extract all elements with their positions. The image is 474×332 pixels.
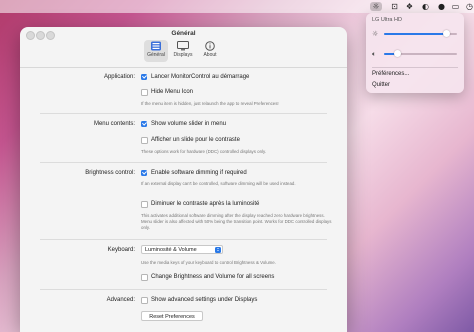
launch-at-login-label: Lancer MonitorControl au démarrage bbox=[151, 74, 250, 80]
brightness-slider[interactable] bbox=[384, 30, 457, 37]
software-dimming-checkbox[interactable] bbox=[141, 170, 147, 176]
brightness-icon: ☼ bbox=[372, 30, 379, 38]
all-screens-label: Change Brightness and Volume for all scr… bbox=[151, 274, 275, 280]
tab-about[interactable]: About bbox=[198, 40, 222, 62]
preferences-window: Général Général Displays About Applicati… bbox=[20, 27, 347, 332]
menu-contents-hint: These options work for hardware (DDC) co… bbox=[141, 149, 267, 154]
drive-icon[interactable]: ⊡ bbox=[390, 2, 399, 11]
section-divider bbox=[40, 113, 327, 114]
speaker-icon: 🔈︎ bbox=[372, 50, 377, 58]
display-menu-popover: LG Ultra HD ☼ 🔈︎ Préférences... Quitter bbox=[366, 13, 464, 93]
keyboard-mode-value: Luminosité & Volume bbox=[145, 247, 197, 253]
record-icon[interactable]: ● bbox=[437, 2, 446, 11]
contrast-slider-checkbox[interactable] bbox=[141, 137, 148, 144]
reset-preferences-button[interactable]: Reset Preferences bbox=[141, 311, 203, 321]
about-icon bbox=[205, 41, 215, 51]
toggle-icon[interactable]: ◐ bbox=[421, 2, 430, 11]
volume-slider[interactable] bbox=[384, 50, 457, 57]
volume-slider-label: Show volume slider in menu bbox=[151, 121, 227, 127]
popover-divider bbox=[372, 67, 458, 68]
chevron-up-down-icon bbox=[215, 247, 221, 253]
quit-menu-item[interactable]: Quitter bbox=[372, 82, 390, 88]
toolbar-divider bbox=[20, 67, 347, 68]
lower-contrast-label: Diminuer le contraste après la luminosit… bbox=[151, 201, 260, 207]
software-dimming-hint: If an external display can't be controll… bbox=[141, 181, 296, 186]
keyboard-mode-select[interactable]: Luminosité & Volume bbox=[141, 245, 223, 254]
brightness-icon[interactable]: ☼ bbox=[370, 2, 382, 11]
launch-at-login-checkbox[interactable] bbox=[141, 74, 147, 80]
menu-contents-label: Menu contents: bbox=[93, 121, 135, 127]
displays-icon bbox=[177, 41, 189, 51]
tab-about-label: About bbox=[203, 52, 217, 58]
hide-menu-icon-checkbox[interactable] bbox=[141, 89, 148, 96]
volume-slider-knob[interactable] bbox=[393, 50, 401, 57]
menu-bar: ☼ ⊡ ❖ ◐ ● ▭ ◷ bbox=[0, 0, 474, 13]
section-divider bbox=[40, 162, 327, 163]
section-divider bbox=[40, 239, 327, 240]
all-screens-checkbox[interactable] bbox=[141, 274, 148, 281]
tab-general-label: Général bbox=[147, 52, 165, 58]
lower-contrast-hint: This activates additional software dimmi… bbox=[141, 213, 332, 230]
show-advanced-checkbox[interactable] bbox=[141, 297, 148, 304]
battery-icon[interactable]: ▭ bbox=[451, 2, 460, 11]
software-dimming-label: Enable software dimming if required bbox=[151, 170, 247, 176]
clock-icon[interactable]: ◷ bbox=[465, 2, 474, 11]
window-title: Général bbox=[171, 30, 196, 37]
brightness-slider-fill bbox=[384, 33, 447, 35]
keyboard-hint: Use the media keys of your keyboard to c… bbox=[141, 260, 276, 265]
application-label: Application: bbox=[103, 74, 135, 80]
keyboard-label: Keyboard: bbox=[107, 247, 135, 253]
brightness-slider-knob[interactable] bbox=[443, 30, 451, 37]
show-advanced-label: Show advanced settings under Displays bbox=[151, 297, 258, 303]
brightness-control-label: Brightness control: bbox=[85, 170, 135, 176]
contrast-slider-label: Afficher un slide pour le contraste bbox=[151, 137, 240, 143]
general-icon bbox=[151, 41, 161, 51]
volume-slider-checkbox[interactable] bbox=[141, 121, 147, 127]
tab-general[interactable]: Général bbox=[144, 40, 168, 62]
display-name: LG Ultra HD bbox=[372, 17, 402, 23]
tab-displays-label: Displays bbox=[173, 52, 193, 58]
hide-menu-icon-label: Hide Menu Icon bbox=[151, 89, 194, 95]
advanced-label: Advanced: bbox=[106, 297, 135, 303]
preferences-menu-item[interactable]: Préférences... bbox=[372, 71, 409, 77]
dropbox-icon[interactable]: ❖ bbox=[405, 2, 414, 11]
section-divider bbox=[40, 289, 327, 290]
application-hint: If the menu item is hidden, just relaunc… bbox=[141, 101, 279, 106]
lower-contrast-checkbox[interactable] bbox=[141, 201, 148, 208]
tab-displays[interactable]: Displays bbox=[171, 40, 195, 62]
